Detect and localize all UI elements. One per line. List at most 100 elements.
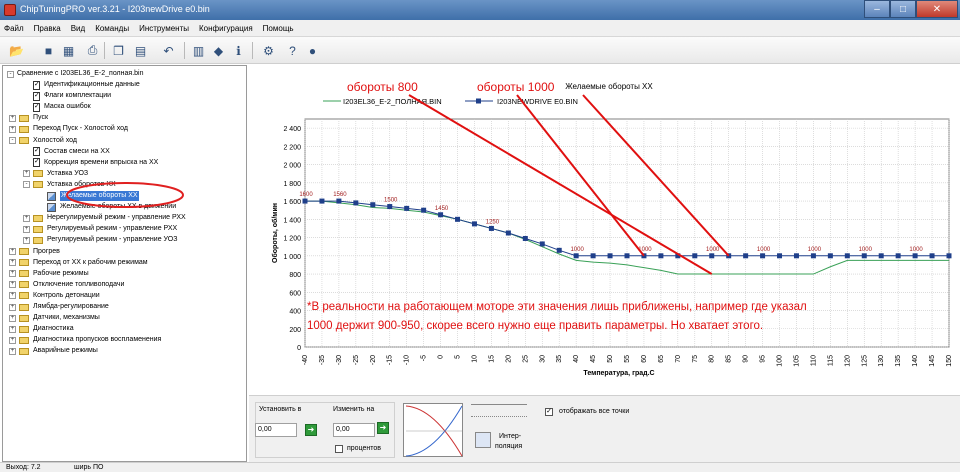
tree-item[interactable]: + Лямбда-регулирование: [9, 302, 109, 312]
annotation-label-800: обороты 800: [347, 80, 418, 94]
expand-expander-icon[interactable]: +: [9, 281, 16, 289]
menu-edit[interactable]: Правка: [34, 24, 61, 33]
close-button[interactable]: ✕: [916, 0, 958, 18]
expand-expander-icon[interactable]: +: [9, 114, 16, 122]
copy-icon[interactable]: ❐: [110, 42, 127, 59]
tree-item[interactable]: + Регулируемый режим - управление УОЗ: [23, 235, 177, 245]
tree-item[interactable]: + Переход Пуск - Холостой ход: [9, 124, 128, 134]
tree-item-label: Желаемые обороты ХХ: [60, 191, 139, 201]
x-tick-label: 35: [556, 355, 563, 363]
percent-checkbox[interactable]: [335, 445, 343, 453]
folder-icon: [33, 214, 43, 222]
tree-item[interactable]: + Контроль детонации: [9, 291, 100, 301]
diamond-icon[interactable]: ◆: [210, 42, 227, 59]
expand-expander-icon[interactable]: +: [23, 225, 30, 233]
expand-expander-icon[interactable]: +: [9, 325, 16, 333]
expand-expander-icon[interactable]: +: [9, 347, 16, 355]
expand-expander-icon[interactable]: +: [9, 303, 16, 311]
slider-track-2[interactable]: [471, 416, 527, 426]
save-all-icon[interactable]: ▦: [60, 42, 77, 59]
tree-item-label: Переход от ХХ к рабочим режимам: [33, 258, 148, 266]
expand-expander-icon[interactable]: +: [23, 236, 30, 244]
paste-icon[interactable]: ▤: [132, 42, 149, 59]
series-point: [539, 241, 545, 247]
x-axis-title: Температура, град.С: [583, 370, 654, 377]
tree-item[interactable]: + Регулируемый режим - управление РХХ: [23, 224, 177, 234]
tree-item[interactable]: + Прогрев: [9, 247, 60, 257]
collapse-expander-icon[interactable]: -: [7, 70, 14, 78]
expand-expander-icon[interactable]: +: [9, 248, 16, 255]
data-point-label: 1500: [384, 198, 398, 204]
tree-item[interactable]: + Диагностика: [9, 324, 74, 334]
menu-tools[interactable]: Инструменты: [139, 24, 189, 33]
tree-item[interactable]: Маска ошибок: [23, 102, 91, 112]
help-icon[interactable]: ?: [284, 42, 301, 59]
tree-item[interactable]: Флаги комплектации: [23, 91, 111, 101]
x-tick-label: 20: [505, 355, 512, 363]
show-all-points-checkbox[interactable]: ✓: [545, 408, 553, 416]
undo-icon[interactable]: ↶: [160, 42, 177, 59]
expand-expander-icon[interactable]: +: [9, 292, 16, 300]
settings-icon[interactable]: ⚙: [260, 42, 277, 59]
expand-expander-icon[interactable]: +: [9, 125, 16, 133]
tree-item[interactable]: - Холостой ход: [9, 136, 77, 146]
tree-item[interactable]: + Диагностика пропусков воспламенения: [9, 335, 161, 345]
tree-root[interactable]: - Сравнение с I203EL36_E-2_полная.bin: [7, 69, 143, 79]
menu-commands[interactable]: Команды: [95, 24, 129, 33]
open-icon[interactable]: 📂: [8, 42, 25, 59]
change-by-input[interactable]: 0,00: [333, 423, 375, 437]
expand-expander-icon[interactable]: +: [9, 336, 16, 344]
tree-item[interactable]: + Нерегулируемый режим - управление РХХ: [23, 213, 186, 223]
tree-item[interactable]: + Пуск: [9, 113, 48, 123]
tree-item[interactable]: - Уставка оборотов ХХ: [23, 180, 116, 190]
tree-item[interactable]: + Уставка УОЗ: [23, 169, 88, 179]
series-point: [607, 253, 613, 259]
x-tick-label: -20: [370, 355, 377, 365]
expand-expander-icon[interactable]: +: [9, 270, 16, 278]
status-bar: Выход: 7.2 ширь ПО: [0, 462, 960, 472]
collapse-expander-icon[interactable]: -: [9, 137, 16, 144]
print-icon[interactable]: ⎙: [84, 42, 101, 59]
x-tick-label: 80: [709, 355, 716, 363]
save-icon[interactable]: ■: [40, 42, 57, 59]
data-point-label: 1000: [808, 247, 822, 253]
tree-item[interactable]: Желаемые обороты ХХ: [37, 191, 139, 201]
window-title: ChipTuningPRO ver.3.21 - I203newDrive e0…: [20, 4, 210, 14]
menu-help[interactable]: Помощь: [263, 24, 294, 33]
tree-item[interactable]: + Аварийные режимы: [9, 346, 98, 356]
series-point: [522, 235, 528, 241]
collapse-expander-icon[interactable]: -: [23, 181, 30, 189]
menu-file[interactable]: Файл: [4, 24, 24, 33]
help-circle-icon[interactable]: ●: [304, 42, 321, 59]
info-icon[interactable]: ℹ: [230, 42, 247, 59]
minimize-button[interactable]: –: [864, 0, 890, 18]
expand-expander-icon[interactable]: +: [23, 170, 30, 178]
tree-item[interactable]: Желаемые обороты ХХ в движении: [37, 202, 176, 212]
folder-icon: [19, 314, 29, 322]
tree-item[interactable]: + Рабочие режимы: [9, 269, 89, 279]
data-point-label: 1560: [333, 192, 347, 198]
slider-track-1[interactable]: [471, 404, 527, 414]
set-to-input[interactable]: 0,00: [255, 423, 297, 437]
maximize-button[interactable]: □: [890, 0, 916, 18]
series-point: [692, 253, 698, 259]
series-point: [878, 253, 884, 259]
tree-item[interactable]: Состав смеси на ХХ: [23, 146, 110, 157]
apply-set-button[interactable]: ➜: [305, 424, 317, 436]
tree-item[interactable]: + Датчики, механизмы: [9, 313, 100, 323]
annotation-note-line-2: 1000 держит 900-950, скорее всего нужно …: [307, 320, 763, 332]
interpolation-icon[interactable]: [475, 432, 491, 448]
expand-expander-icon[interactable]: +: [23, 214, 30, 222]
apply-change-button[interactable]: ➜: [377, 422, 389, 434]
tree-item[interactable]: + Переход от ХХ к рабочим режимам: [9, 258, 148, 268]
tree-item[interactable]: Идентификационные данные: [23, 80, 140, 90]
expand-expander-icon[interactable]: +: [9, 259, 16, 267]
tree-item[interactable]: + Отключение топливоподачи: [9, 280, 124, 290]
book-icon[interactable]: ▥: [190, 42, 207, 59]
tree-item[interactable]: Коррекция времени впрыска на ХХ: [23, 157, 158, 168]
expand-expander-icon[interactable]: +: [9, 314, 16, 322]
x-tick-label: 55: [624, 355, 631, 363]
data-point-label: 1000: [909, 247, 923, 253]
menu-view[interactable]: Вид: [71, 24, 85, 33]
menu-configuration[interactable]: Конфигурация: [199, 24, 253, 33]
